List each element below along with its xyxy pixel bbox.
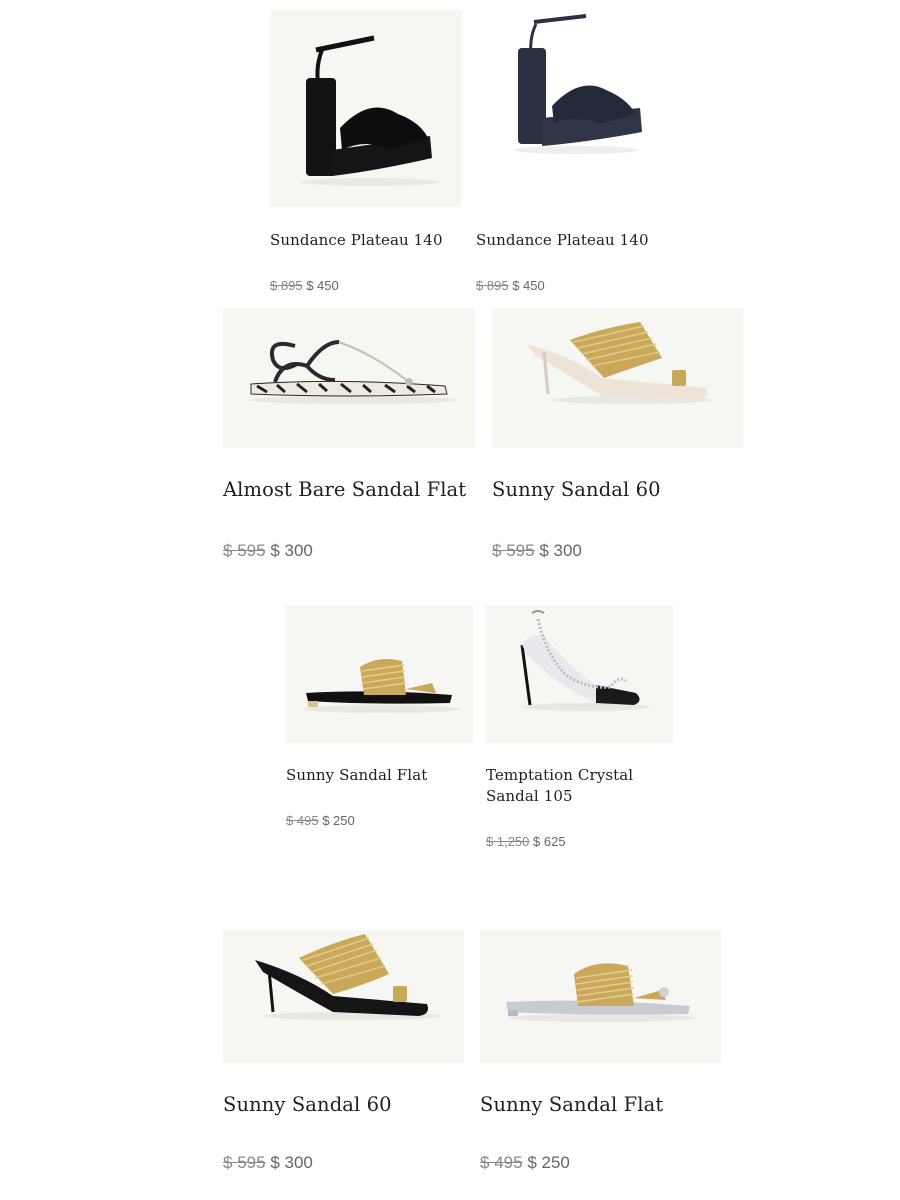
product-price: $ 1,250 $ 625	[486, 834, 566, 849]
sale-price: $ 300	[539, 541, 582, 560]
product-name[interactable]: Sunny Sandal 60	[223, 1093, 464, 1117]
product-price: $ 495 $ 250	[286, 813, 355, 828]
product-image[interactable]	[476, 10, 668, 207]
product-name[interactable]: Temptation Crystal Sandal 105	[486, 765, 673, 807]
product-image[interactable]	[270, 10, 462, 207]
product-card[interactable]: Temptation Crystal Sandal 105 $ 1,250 $ …	[486, 605, 673, 849]
product-image[interactable]	[492, 308, 743, 448]
gold-mule-60-nude-image	[526, 322, 712, 404]
zebra-flat-sandal-image	[249, 340, 457, 404]
product-price: $ 595 $ 300	[492, 541, 582, 561]
product-name[interactable]: Sundance Plateau 140	[270, 230, 462, 251]
product-card[interactable]: Almost Bare Sandal Flat $ 595 $ 300	[223, 308, 475, 560]
gold-mule-60-black-image	[255, 934, 443, 1020]
product-card[interactable]: Sunny Sandal 60 $ 595 $ 300	[492, 308, 743, 560]
original-price: $ 595	[223, 541, 266, 560]
navy-platform-sandal-image	[514, 14, 642, 154]
product-name[interactable]: Sunny Sandal 60	[492, 478, 743, 502]
product-price: $ 895 $ 450	[270, 278, 339, 293]
product-card[interactable]: Sunny Sandal Flat $ 495 $ 250	[286, 605, 473, 828]
product-card[interactable]: Sunny Sandal 60 $ 595 $ 300	[223, 930, 464, 1172]
product-price: $ 595 $ 300	[223, 541, 313, 561]
original-price: $ 495	[480, 1153, 523, 1172]
original-price: $ 495	[286, 813, 319, 828]
product-card[interactable]: Sunny Sandal Flat $ 495 $ 250	[480, 930, 721, 1172]
product-card[interactable]: Sundance Plateau 140 $ 895 $ 450	[476, 10, 668, 293]
sale-price: $ 250	[527, 1153, 570, 1172]
original-price: $ 895	[476, 278, 509, 293]
sale-price: $ 250	[322, 813, 355, 828]
sale-price: $ 625	[533, 834, 566, 849]
black-platform-sandal-image	[300, 35, 440, 186]
product-price: $ 495 $ 250	[480, 1153, 570, 1173]
product-name[interactable]: Almost Bare Sandal Flat	[223, 478, 475, 502]
product-name[interactable]: Sunny Sandal Flat	[480, 1093, 721, 1117]
sale-price: $ 300	[270, 541, 313, 560]
product-image[interactable]	[223, 308, 475, 448]
original-price: $ 895	[270, 278, 303, 293]
product-name[interactable]: Sunny Sandal Flat	[286, 765, 473, 786]
gold-flat-black-sole-image	[304, 659, 460, 713]
sale-price: $ 300	[270, 1153, 313, 1172]
product-card[interactable]: Sundance Plateau 140 $ 895 $ 450	[270, 10, 462, 293]
product-price: $ 595 $ 300	[223, 1153, 313, 1173]
gold-flat-silver-sole-image	[506, 963, 696, 1022]
product-price: $ 895 $ 450	[476, 278, 545, 293]
crystal-pvc-heel-image	[520, 610, 650, 711]
original-price: $ 1,250	[486, 834, 530, 849]
original-price: $ 595	[223, 1153, 266, 1172]
sale-price: $ 450	[306, 278, 339, 293]
original-price: $ 595	[492, 541, 535, 560]
sale-price: $ 450	[512, 278, 545, 293]
product-image[interactable]	[480, 930, 721, 1063]
product-name[interactable]: Sundance Plateau 140	[476, 230, 668, 251]
product-image[interactable]	[486, 605, 673, 743]
product-image[interactable]	[286, 605, 473, 743]
product-image[interactable]	[223, 930, 464, 1063]
